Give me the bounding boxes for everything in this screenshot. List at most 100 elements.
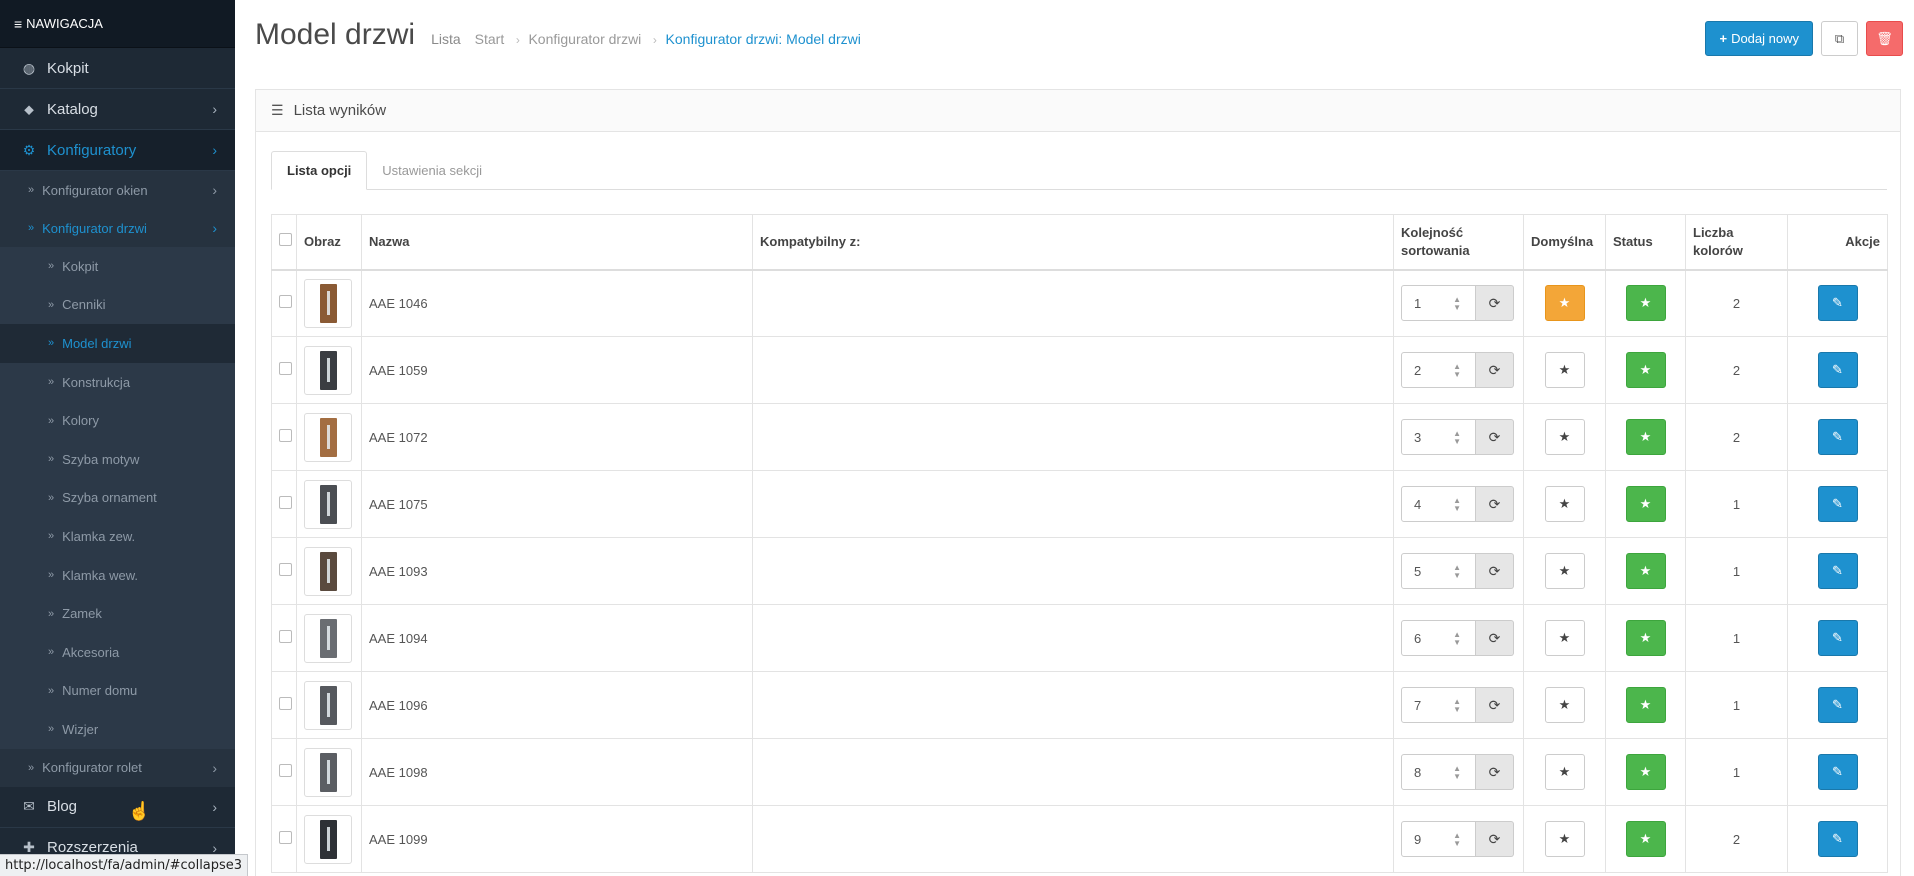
refresh-sort-button[interactable]: ⟳ bbox=[1476, 553, 1514, 589]
copy-button[interactable]: ⧉ bbox=[1821, 21, 1858, 56]
sidebar-door-item-szyba-motyw[interactable]: » Szyba motyw bbox=[0, 439, 235, 479]
row-checkbox[interactable] bbox=[279, 496, 292, 509]
sidebar-subitem-konfigurator-drzwi[interactable]: » Konfigurator drzwi › bbox=[0, 209, 235, 247]
sidebar-door-item-zamek[interactable]: » Zamek bbox=[0, 594, 235, 633]
sidebar-subitem-konfigurator-okien[interactable]: » Konfigurator okien › bbox=[0, 171, 235, 209]
breadcrumb-start[interactable]: Start bbox=[475, 31, 505, 47]
spinner-arrows-icon[interactable]: ▲ ▼ bbox=[1453, 832, 1461, 848]
set-default-button[interactable]: ★ bbox=[1544, 687, 1585, 723]
sidebar-subitem-konfigurator-rolet[interactable]: » Konfigurator rolet › bbox=[0, 748, 235, 787]
add-new-button[interactable]: + Dodaj nowy bbox=[1705, 21, 1813, 56]
row-checkbox[interactable] bbox=[279, 295, 292, 309]
row-checkbox[interactable] bbox=[279, 697, 292, 710]
row-checkbox[interactable] bbox=[279, 362, 292, 375]
refresh-sort-button[interactable]: ⟳ bbox=[1476, 754, 1514, 790]
col-name[interactable]: Nazwa bbox=[361, 214, 753, 271]
status-toggle-button[interactable]: ★ bbox=[1625, 285, 1666, 322]
door-thumbnail[interactable] bbox=[304, 747, 352, 797]
sidebar-item-konfiguratory[interactable]: ⚙ Konfiguratory › bbox=[0, 130, 235, 171]
door-thumbnail[interactable] bbox=[304, 278, 352, 328]
edit-button[interactable]: ✎ bbox=[1817, 687, 1858, 723]
sidebar-door-item-kolory[interactable]: » Kolory bbox=[0, 401, 235, 440]
edit-button[interactable]: ✎ bbox=[1817, 821, 1858, 857]
edit-button[interactable]: ✎ bbox=[1817, 620, 1858, 656]
refresh-sort-button[interactable]: ⟳ bbox=[1476, 687, 1514, 723]
edit-button[interactable]: ✎ bbox=[1817, 754, 1858, 790]
tab-lista-opcji[interactable]: Lista opcji bbox=[271, 151, 368, 190]
door-thumbnail[interactable] bbox=[304, 680, 352, 730]
sort-order-input[interactable]: 6 ▲ ▼ bbox=[1401, 620, 1476, 656]
set-default-button[interactable]: ★ bbox=[1544, 285, 1585, 322]
breadcrumb-konfigurator-drzwi[interactable]: Konfigurator drzwi bbox=[528, 31, 641, 47]
sidebar-door-item-cenniki[interactable]: » Cenniki bbox=[0, 285, 235, 325]
door-thumbnail[interactable] bbox=[304, 479, 352, 529]
set-default-button[interactable]: ★ bbox=[1544, 821, 1585, 857]
row-checkbox[interactable] bbox=[279, 563, 292, 576]
sort-order-input[interactable]: 9 ▲ ▼ bbox=[1401, 821, 1476, 857]
set-default-button[interactable]: ★ bbox=[1544, 754, 1585, 790]
edit-button[interactable]: ✎ bbox=[1817, 486, 1858, 522]
sort-order-input[interactable]: 8 ▲ ▼ bbox=[1401, 754, 1476, 790]
sidebar-door-item-numer-domu[interactable]: » Numer domu bbox=[0, 671, 235, 711]
edit-button[interactable]: ✎ bbox=[1817, 352, 1858, 388]
sidebar-door-item-model-drzwi[interactable]: » Model drzwi bbox=[0, 324, 235, 363]
status-toggle-button[interactable]: ★ bbox=[1625, 821, 1666, 857]
refresh-sort-button[interactable]: ⟳ bbox=[1476, 486, 1514, 522]
door-thumbnail[interactable] bbox=[304, 814, 352, 864]
spinner-arrows-icon[interactable]: ▲ ▼ bbox=[1453, 296, 1461, 312]
sidebar-door-item-klamka-zew[interactable]: » Klamka zew. bbox=[0, 517, 235, 556]
spinner-arrows-icon[interactable]: ▲ ▼ bbox=[1453, 497, 1461, 513]
breadcrumb-current[interactable]: Konfigurator drzwi: Model drzwi bbox=[666, 31, 861, 47]
edit-button[interactable]: ✎ bbox=[1817, 553, 1858, 589]
sidebar-door-item-klamka-wew[interactable]: » Klamka wew. bbox=[0, 555, 235, 595]
status-toggle-button[interactable]: ★ bbox=[1625, 352, 1666, 388]
refresh-sort-button[interactable]: ⟳ bbox=[1476, 821, 1514, 857]
sidebar-item-blog[interactable]: ✉ Blog › bbox=[0, 787, 235, 828]
edit-button[interactable]: ✎ bbox=[1817, 285, 1858, 322]
refresh-sort-button[interactable]: ⟳ bbox=[1476, 419, 1514, 455]
tab-ustawienia-sekcji[interactable]: Ustawienia sekcji bbox=[367, 151, 497, 190]
sort-order-input[interactable]: 3 ▲ ▼ bbox=[1401, 419, 1476, 455]
status-toggle-button[interactable]: ★ bbox=[1625, 486, 1666, 522]
door-thumbnail[interactable] bbox=[304, 345, 352, 395]
set-default-button[interactable]: ★ bbox=[1544, 620, 1585, 656]
status-toggle-button[interactable]: ★ bbox=[1625, 687, 1666, 723]
sort-order-input[interactable]: 4 ▲ ▼ bbox=[1401, 486, 1476, 522]
sort-order-input[interactable]: 5 ▲ ▼ bbox=[1401, 553, 1476, 589]
row-checkbox[interactable] bbox=[279, 831, 292, 844]
spinner-arrows-icon[interactable]: ▲ ▼ bbox=[1453, 564, 1461, 580]
door-thumbnail[interactable] bbox=[304, 546, 352, 596]
sidebar-door-item-wizjer[interactable]: » Wizjer bbox=[0, 710, 235, 749]
row-checkbox[interactable] bbox=[279, 764, 292, 777]
row-checkbox[interactable] bbox=[279, 630, 292, 643]
nav-header[interactable]: ≡ NAWIGACJA bbox=[0, 0, 235, 48]
refresh-sort-button[interactable]: ⟳ bbox=[1476, 352, 1514, 388]
sidebar-item-kokpit[interactable]: ◍ Kokpit bbox=[0, 48, 235, 89]
spinner-arrows-icon[interactable]: ▲ ▼ bbox=[1453, 698, 1461, 714]
status-toggle-button[interactable]: ★ bbox=[1625, 553, 1666, 589]
spinner-arrows-icon[interactable]: ▲ ▼ bbox=[1453, 430, 1461, 446]
set-default-button[interactable]: ★ bbox=[1544, 419, 1585, 455]
spinner-arrows-icon[interactable]: ▲ ▼ bbox=[1453, 631, 1461, 647]
set-default-button[interactable]: ★ bbox=[1544, 352, 1585, 388]
row-checkbox[interactable] bbox=[279, 429, 292, 442]
sort-order-input[interactable]: 1 ▲ ▼ bbox=[1401, 285, 1476, 322]
edit-button[interactable]: ✎ bbox=[1817, 419, 1858, 455]
sort-order-input[interactable]: 2 ▲ ▼ bbox=[1401, 352, 1476, 388]
sidebar-door-item-kokpit[interactable]: » Kokpit bbox=[0, 247, 235, 286]
sidebar-door-item-szyba-ornament[interactable]: » Szyba ornament bbox=[0, 478, 235, 518]
col-sort-order[interactable]: Kolejność sortowania bbox=[1393, 214, 1524, 271]
set-default-button[interactable]: ★ bbox=[1544, 553, 1585, 589]
refresh-sort-button[interactable]: ⟳ bbox=[1476, 285, 1514, 322]
status-toggle-button[interactable]: ★ bbox=[1625, 419, 1666, 455]
spinner-arrows-icon[interactable]: ▲ ▼ bbox=[1453, 363, 1461, 379]
refresh-sort-button[interactable]: ⟳ bbox=[1476, 620, 1514, 656]
sidebar-door-item-konstrukcja[interactable]: » Konstrukcja bbox=[0, 362, 235, 402]
select-all-checkbox[interactable] bbox=[279, 232, 292, 246]
sort-order-input[interactable]: 7 ▲ ▼ bbox=[1401, 687, 1476, 723]
delete-button[interactable]: 🗑 bbox=[1866, 21, 1903, 56]
spinner-arrows-icon[interactable]: ▲ ▼ bbox=[1453, 765, 1461, 781]
status-toggle-button[interactable]: ★ bbox=[1625, 620, 1666, 656]
set-default-button[interactable]: ★ bbox=[1544, 486, 1585, 522]
status-toggle-button[interactable]: ★ bbox=[1625, 754, 1666, 790]
